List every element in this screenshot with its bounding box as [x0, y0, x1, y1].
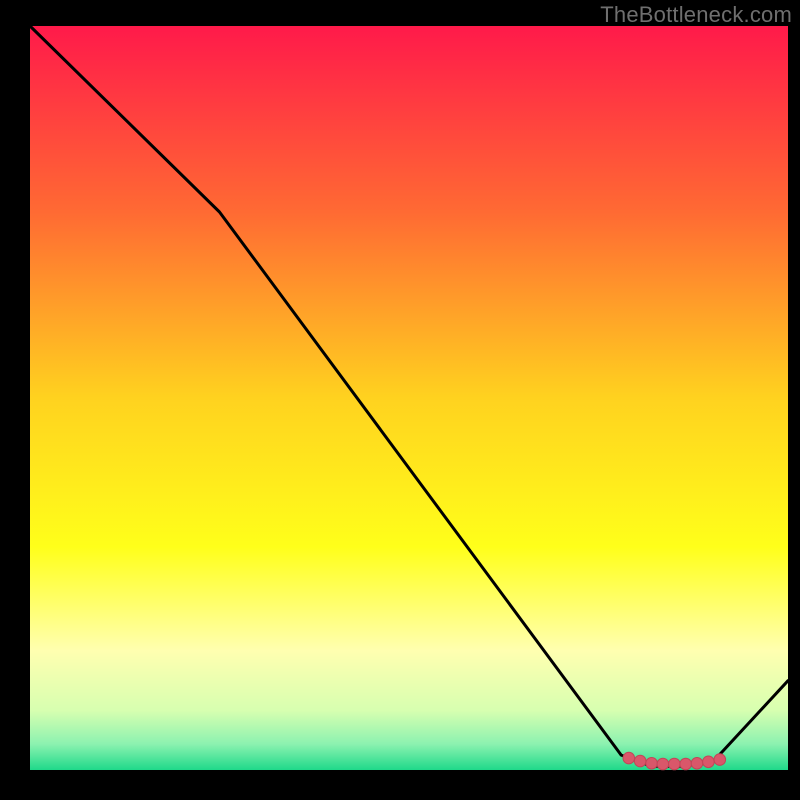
- highlight-marker: [691, 758, 703, 770]
- highlight-marker: [657, 758, 669, 770]
- watermark-text: TheBottleneck.com: [600, 2, 792, 28]
- chart-stage: TheBottleneck.com: [0, 0, 800, 800]
- highlight-marker: [646, 758, 658, 770]
- highlight-marker: [634, 755, 646, 767]
- bottleneck-chart: [0, 0, 800, 800]
- highlight-marker: [714, 754, 726, 766]
- highlight-marker: [680, 758, 692, 770]
- highlight-marker: [703, 756, 715, 768]
- highlight-marker: [669, 758, 681, 770]
- highlight-marker: [623, 752, 635, 764]
